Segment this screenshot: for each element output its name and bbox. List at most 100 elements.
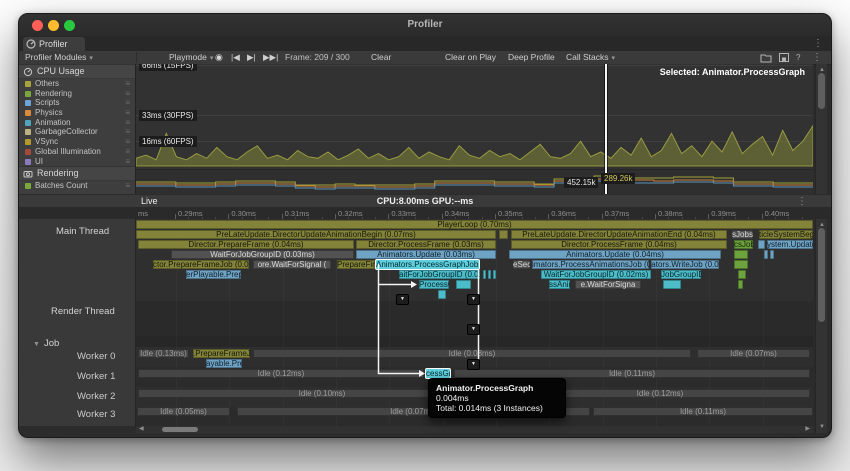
foldout-triangle-icon[interactable]: ▼: [33, 341, 40, 348]
legend-item-rendering[interactable]: Rendering≡: [19, 89, 135, 99]
profiler-sample-span[interactable]: [734, 250, 748, 259]
drag-handle-icon[interactable]: ≡: [125, 181, 130, 191]
idle-span[interactable]: Idle (0.08ms): [253, 349, 691, 358]
drag-handle-icon[interactable]: ≡: [125, 89, 130, 99]
thread-worker-1[interactable]: Worker 1: [77, 371, 115, 382]
profiler-sample-span[interactable]: PreLateUpdate.DirectorUpdateAnimationBeg…: [136, 230, 496, 239]
timeline-hscrollbar-thumb[interactable]: [162, 427, 198, 432]
charts-scrollbar[interactable]: ▲ ▼: [815, 64, 827, 207]
next-frame-button[interactable]: ▶|: [247, 51, 256, 64]
legend-item-batches-count[interactable]: Batches Count≡: [19, 181, 135, 191]
profiler-sample-span[interactable]: PrepareFirstPa: [337, 260, 375, 269]
legend-item-vsync[interactable]: VSync≡: [19, 137, 135, 147]
drag-handle-icon[interactable]: ≡: [125, 157, 130, 167]
profiler-sample-span[interactable]: Animators.Update (0.04ms): [509, 250, 721, 259]
charts-scrollbar-thumb[interactable]: [818, 73, 825, 109]
profiler-sample-span[interactable]: PlayerLoop (0.70ms): [136, 220, 813, 229]
help-icon[interactable]: ?: [796, 51, 800, 64]
timeline-scrollbar[interactable]: ▲ ▼: [815, 219, 827, 433]
cpu-usage-chart[interactable]: 66ms (15FPS)33ms (30FPS)16ms (60FPS) Sel…: [136, 64, 813, 194]
flow-indicator-icon[interactable]: ▼: [467, 324, 480, 335]
profiler-sample-span[interactable]: [483, 270, 486, 279]
profiler-sample-span[interactable]: [493, 270, 496, 279]
timeline-hscrollbar[interactable]: ◀ ▶: [136, 426, 813, 433]
record-button[interactable]: ◉: [215, 51, 223, 64]
profiler-sample-span[interactable]: ystem.Update (: [767, 240, 813, 249]
scroll-down-icon[interactable]: ▼: [816, 424, 828, 430]
call-stacks-dropdown[interactable]: Call Stacks▾: [566, 51, 615, 64]
profiler-sample-span[interactable]: [438, 290, 446, 299]
profiler-sample-span[interactable]: WaitForJobGroupID (0.02ms): [541, 270, 651, 279]
save-profile-icon[interactable]: [778, 52, 790, 63]
thread-main[interactable]: Main Thread: [56, 226, 109, 237]
profiler-sample-span[interactable]: [738, 280, 743, 289]
profiler-sample-span[interactable]: ayable.Pre: [206, 359, 242, 368]
idle-span[interactable]: Idle (0.11ms): [454, 369, 810, 378]
idle-span[interactable]: Idle (0.07ms): [697, 349, 810, 358]
clear-button[interactable]: Clear: [371, 51, 391, 64]
legend-item-global-illumination[interactable]: Global Illumination≡: [19, 147, 135, 157]
thread-group-job[interactable]: ▼Job: [33, 338, 59, 349]
profiler-sample-span[interactable]: ticleSystemBegin: [759, 230, 813, 239]
profiler-modules-dropdown[interactable]: Profiler Modules▾: [25, 51, 93, 64]
legend-item-scripts[interactable]: Scripts≡: [19, 98, 135, 108]
thread-worker-3[interactable]: Worker 3: [77, 409, 115, 420]
profiler-sample-span[interactable]: eSec: [513, 260, 530, 269]
tab-profiler[interactable]: Profiler: [23, 37, 85, 51]
profiler-sample-span[interactable]: [456, 280, 471, 289]
legend-item-ui[interactable]: UI≡: [19, 157, 135, 167]
titlebar[interactable]: Profiler: [19, 14, 831, 37]
module-cpu-usage[interactable]: CPU Usage: [19, 64, 135, 79]
rendering-chart[interactable]: [136, 169, 813, 194]
flow-indicator-icon[interactable]: ▼: [467, 359, 480, 370]
profiler-sample-span[interactable]: aitForJobGroupID (0.01m: [399, 270, 480, 279]
profiler-sample-span[interactable]: ctor.PrepareFrameJob (0.02m: [153, 260, 249, 269]
legend-item-others[interactable]: Others≡: [19, 79, 135, 89]
profiler-sample-span[interactable]: Animators.ProcessGraphJob (0.02ms: [376, 260, 479, 269]
load-profile-icon[interactable]: [760, 52, 772, 63]
profiler-sample-span[interactable]: imators.ProcessAnimationsJob (0.02m: [532, 260, 649, 269]
idle-span[interactable]: Idle (0.13ms): [138, 349, 189, 358]
profiler-sample-span[interactable]: Animators.Update (0.03ms): [356, 250, 496, 259]
profiler-sample-span[interactable]: Director.ProcessFrame (0.03ms): [356, 240, 496, 249]
scroll-right-icon[interactable]: ▶: [805, 426, 810, 433]
drag-handle-icon[interactable]: ≡: [125, 118, 130, 128]
profiler-sample-span[interactable]: WaitForJobGroupID (0.03ms): [171, 250, 354, 259]
drag-handle-icon[interactable]: ≡: [125, 108, 130, 118]
legend-item-garbagecollector[interactable]: GarbageCollector≡: [19, 127, 135, 137]
flow-indicator-icon[interactable]: ▼: [396, 294, 409, 305]
profiler-sample-span[interactable]: [663, 280, 681, 289]
idle-span[interactable]: Idle (0.11ms): [593, 407, 813, 416]
previous-frame-button[interactable]: |◀: [231, 51, 240, 64]
profiler-sample-span[interactable]: ssAnim: [549, 280, 570, 289]
profiler-sample-span[interactable]: Director.PrepareFrame (0.04ms): [138, 240, 354, 249]
profiler-sample-span[interactable]: [734, 260, 748, 269]
profiler-sample-span[interactable]: PreLateUpdate.DirectorUpdateAnimationEnd…: [511, 230, 727, 239]
profiler-sample-span[interactable]: [488, 270, 491, 279]
thread-render[interactable]: Render Thread: [51, 306, 115, 317]
timeline-scrollbar-thumb[interactable]: [818, 228, 825, 322]
deep-profile-button[interactable]: Deep Profile: [508, 51, 555, 64]
thread-worker-0[interactable]: Worker 0: [77, 351, 115, 362]
profiler-sample-span[interactable]: erPlayable.Prepar: [186, 270, 241, 279]
drag-handle-icon[interactable]: ≡: [125, 147, 130, 157]
profiler-sample-span[interactable]: JobGroupID (: [661, 270, 701, 279]
profiler-sample-span[interactable]: [770, 250, 774, 259]
tab-menu-icon[interactable]: ⋮: [813, 37, 823, 51]
profiler-sample-span[interactable]: .PrepareFrameJob (: [193, 349, 250, 358]
profiler-sample-span[interactable]: ators.WriteJob (0.0: [651, 260, 719, 269]
profiler-sample-span[interactable]: e.WaitForSigna: [575, 280, 641, 289]
profiler-sample-span[interactable]: [764, 250, 768, 259]
profiler-sample-span[interactable]: cessGra: [426, 369, 450, 378]
drag-handle-icon[interactable]: ≡: [125, 137, 130, 147]
profiler-sample-span[interactable]: sJobs: [732, 230, 753, 239]
clear-on-play-button[interactable]: Clear on Play: [445, 51, 496, 64]
toolbar-menu-icon[interactable]: ⋮: [812, 51, 822, 64]
drag-handle-icon[interactable]: ≡: [125, 98, 130, 108]
profiler-sample-span[interactable]: Director.ProcessFrame (0.04ms): [511, 240, 727, 249]
thread-worker-2[interactable]: Worker 2: [77, 391, 115, 402]
playmode-dropdown[interactable]: Playmode▾: [169, 51, 213, 64]
scroll-left-icon[interactable]: ◀: [139, 426, 144, 433]
profiler-sample-span[interactable]: [499, 230, 508, 239]
idle-span[interactable]: Idle (0.12ms): [138, 369, 424, 378]
